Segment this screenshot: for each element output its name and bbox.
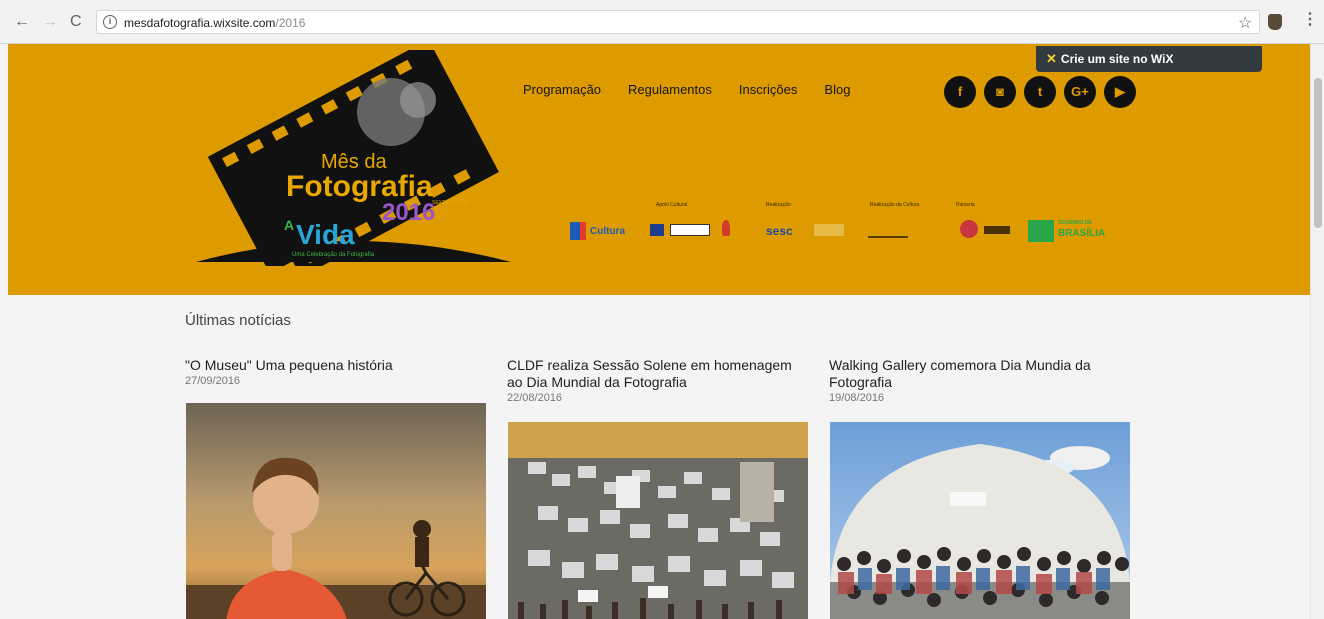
news-card-date: 19/08/2016 — [829, 392, 885, 404]
back-icon[interactable]: ← — [14, 14, 30, 30]
logo-a: A — [284, 217, 294, 233]
logo-vida: Vida — [296, 219, 355, 250]
news-card-date: 27/09/2016 — [185, 375, 241, 387]
sponsor-label-parceria: Parceria — [956, 202, 975, 208]
sponsor-label-realizacao: Realização — [766, 202, 791, 208]
page-viewport: Mês da Fotografia 2016 SEXTA EDIÇÃO A Vi… — [0, 44, 1324, 619]
news-card-image-walking-gallery[interactable] — [830, 422, 1130, 619]
sponsor-brasilia-text: BRASÍLIA — [1058, 228, 1106, 239]
sponsor-strip: Apoio Cultural Realização Realização da … — [568, 202, 1128, 252]
news-card-title[interactable]: "O Museu" Uma pequena história — [185, 357, 485, 374]
news-card-image-museu[interactable] — [186, 403, 486, 619]
sponsor-logo-7[interactable] — [868, 224, 908, 238]
wix-x-icon: ✕ — [1046, 51, 1057, 66]
sponsor-logo-4[interactable] — [722, 220, 730, 236]
bookmark-star-icon[interactable]: ☆ — [1238, 13, 1252, 33]
sponsor-sesc-logo[interactable]: sesc — [766, 224, 793, 238]
sponsor-label-cultura: Realização da Cultura — [870, 202, 920, 208]
news-heading: Últimas notícias — [185, 312, 291, 329]
info-icon[interactable]: i — [103, 15, 117, 29]
sponsor-logo-6[interactable] — [814, 224, 844, 236]
site-header: Mês da Fotografia 2016 SEXTA EDIÇÃO A Vi… — [8, 44, 1310, 295]
youtube-icon[interactable]: ▶ — [1104, 76, 1136, 108]
main-nav: Programação Regulamentos Inscrições Blog — [523, 82, 850, 102]
facebook-icon[interactable]: f — [944, 76, 976, 108]
forward-icon[interactable]: → — [42, 14, 58, 30]
address-bar[interactable]: i mesdafotografia.wixsite.com/2016 — [96, 10, 1260, 34]
logo-tagline: Uma Celebração da Fotografia — [292, 252, 375, 258]
sponsor-cultura-logo[interactable]: Cultura — [570, 222, 634, 240]
sponsor-gdf-logo[interactable] — [1028, 220, 1054, 242]
sponsor-logo-3[interactable] — [670, 224, 710, 236]
social-links: f ◙ t G+ ▶ — [944, 76, 1136, 108]
browser-menu-icon[interactable]: ⋮ — [1302, 12, 1318, 28]
news-card[interactable]: CLDF realiza Sessão Solene em homenagem … — [507, 357, 807, 404]
sponsor-logo-9[interactable] — [984, 226, 1010, 234]
sponsor-label-apoio: Apoio Cultural — [656, 202, 688, 208]
sponsor-logo-2[interactable] — [650, 224, 664, 236]
logo-edition: SEXTA EDIÇÃO — [432, 199, 468, 206]
extension-icon[interactable] — [1268, 14, 1282, 30]
news-card[interactable]: "O Museu" Uma pequena história 27/09/201… — [185, 357, 485, 387]
nav-blog[interactable]: Blog — [824, 82, 850, 102]
news-card-image-cldf[interactable] — [508, 422, 808, 619]
url-text[interactable]: mesdafotografia.wixsite.com/2016 — [124, 16, 305, 30]
nav-programacao[interactable]: Programação — [523, 82, 601, 102]
reload-icon[interactable]: C — [70, 14, 82, 30]
twitter-icon[interactable]: t — [1024, 76, 1056, 108]
nav-regulamentos[interactable]: Regulamentos — [628, 82, 712, 102]
browser-toolbar: ← → C i mesdafotografia.wixsite.com/2016… — [0, 0, 1324, 44]
sponsor-governo-text: GOVERNO DE — [1058, 220, 1092, 226]
nav-inscricoes[interactable]: Inscrições — [739, 82, 798, 102]
news-card-date: 22/08/2016 — [507, 392, 563, 404]
news-card-title[interactable]: CLDF realiza Sessão Solene em homenagem … — [507, 357, 807, 391]
instagram-icon[interactable]: ◙ — [984, 76, 1016, 108]
sponsor-logo-8[interactable] — [960, 220, 978, 238]
google-plus-icon[interactable]: G+ — [1064, 76, 1096, 108]
site-logo[interactable]: Mês da Fotografia 2016 SEXTA EDIÇÃO A Vi… — [186, 50, 516, 266]
news-card-title[interactable]: Walking Gallery comemora Dia Mundia da F… — [829, 357, 1129, 391]
scrollbar-thumb[interactable] — [1314, 78, 1322, 228]
logo-year: 2016 — [382, 199, 435, 226]
news-card[interactable]: Walking Gallery comemora Dia Mundia da F… — [829, 357, 1129, 404]
wix-create-site-banner[interactable]: ✕ Crie um site no WiX — [1036, 46, 1262, 72]
page-scrollbar[interactable] — [1310, 44, 1324, 619]
